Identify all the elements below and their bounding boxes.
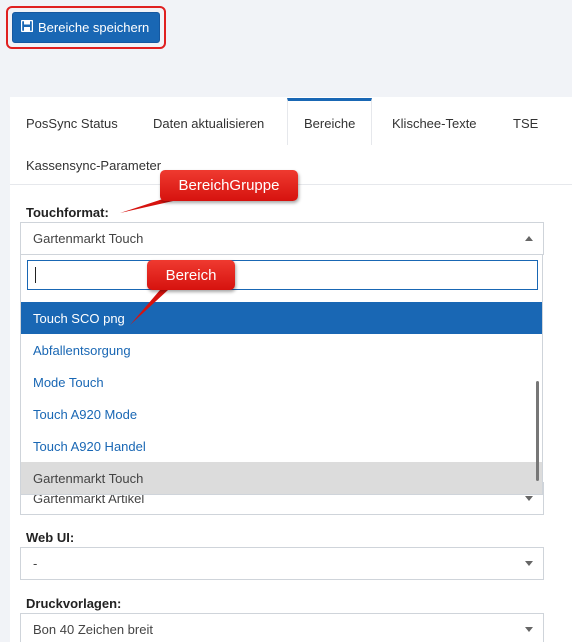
option-label: Abfallentsorgung	[33, 342, 131, 358]
chevron-down-icon	[525, 561, 533, 566]
option-label: Gartenmarkt Touch	[33, 470, 144, 486]
dropdown-option[interactable]: Gartenmarkt Touch	[21, 462, 542, 494]
touchformat-select[interactable]: Gartenmarkt Touch	[20, 222, 544, 255]
touchformat-value: Gartenmarkt Touch	[33, 231, 144, 246]
tab-label: Daten aktualisieren	[153, 115, 265, 131]
callout-bereich: Bereich	[147, 260, 235, 290]
druckvorlagen-label: Druckvorlagen:	[26, 596, 122, 611]
druckvorlagen-select[interactable]: Bon 40 Zeichen breit	[20, 613, 544, 642]
tab-label: Kassensync-Parameter	[26, 157, 162, 173]
dropdown-search-input[interactable]	[27, 260, 538, 290]
tab-kassensync-parameter[interactable]: Kassensync-Parameter	[10, 143, 177, 187]
dropdown-scrollbar[interactable]	[536, 381, 539, 481]
option-label: Mode Touch	[33, 374, 104, 390]
dropdown-option[interactable]: Mode Touch	[21, 366, 542, 398]
dropdown-option[interactable]: Touch A920 Mode	[21, 398, 542, 430]
text-caret	[35, 267, 36, 283]
chevron-up-icon	[525, 236, 533, 241]
tab-label: Bereiche	[304, 115, 356, 131]
tab-tse[interactable]: TSE	[497, 101, 554, 145]
tab-label: Klischee-Texte	[392, 115, 477, 131]
callout-text: BereichGruppe	[178, 177, 280, 194]
floppy-disk-icon	[20, 19, 34, 35]
tab-possync-status[interactable]: PosSync Status	[10, 101, 134, 145]
dropdown-option[interactable]: Touch A920 Handel	[21, 430, 542, 462]
save-button[interactable]: Bereiche speichern	[12, 12, 160, 43]
option-label: Touch A920 Mode	[33, 406, 138, 422]
webui-value: -	[33, 556, 38, 571]
save-button-highlight: Bereiche speichern	[6, 6, 166, 49]
option-label: Touch SCO png	[33, 310, 125, 326]
touchformat-label: Touchformat:	[26, 205, 109, 220]
webui-label: Web UI:	[26, 530, 75, 545]
tab-label: TSE	[513, 115, 539, 131]
webui-select[interactable]: -	[20, 547, 544, 580]
chevron-down-icon	[525, 496, 533, 501]
tab-klischee-texte[interactable]: Klischee-Texte	[376, 101, 493, 145]
dropdown-option[interactable]: Touch SCO png	[21, 302, 542, 334]
tab-label: PosSync Status	[26, 115, 118, 131]
tab-bereiche[interactable]: Bereiche	[287, 98, 373, 145]
touchformat-dropdown: Touch SCO png Abfallentsorgung Mode Touc…	[20, 255, 543, 495]
chevron-down-icon	[525, 627, 533, 632]
druckvorlagen-value: Bon 40 Zeichen breit	[33, 622, 153, 637]
callout-text: Bereich	[165, 266, 217, 284]
option-label: Touch A920 Handel	[33, 438, 146, 454]
dropdown-option[interactable]: Abfallentsorgung	[21, 334, 542, 366]
save-button-label: Bereiche speichern	[38, 20, 150, 35]
tab-daten-aktualisieren[interactable]: Daten aktualisieren	[137, 101, 280, 145]
callout-bereichgruppe: BereichGruppe	[160, 170, 298, 201]
